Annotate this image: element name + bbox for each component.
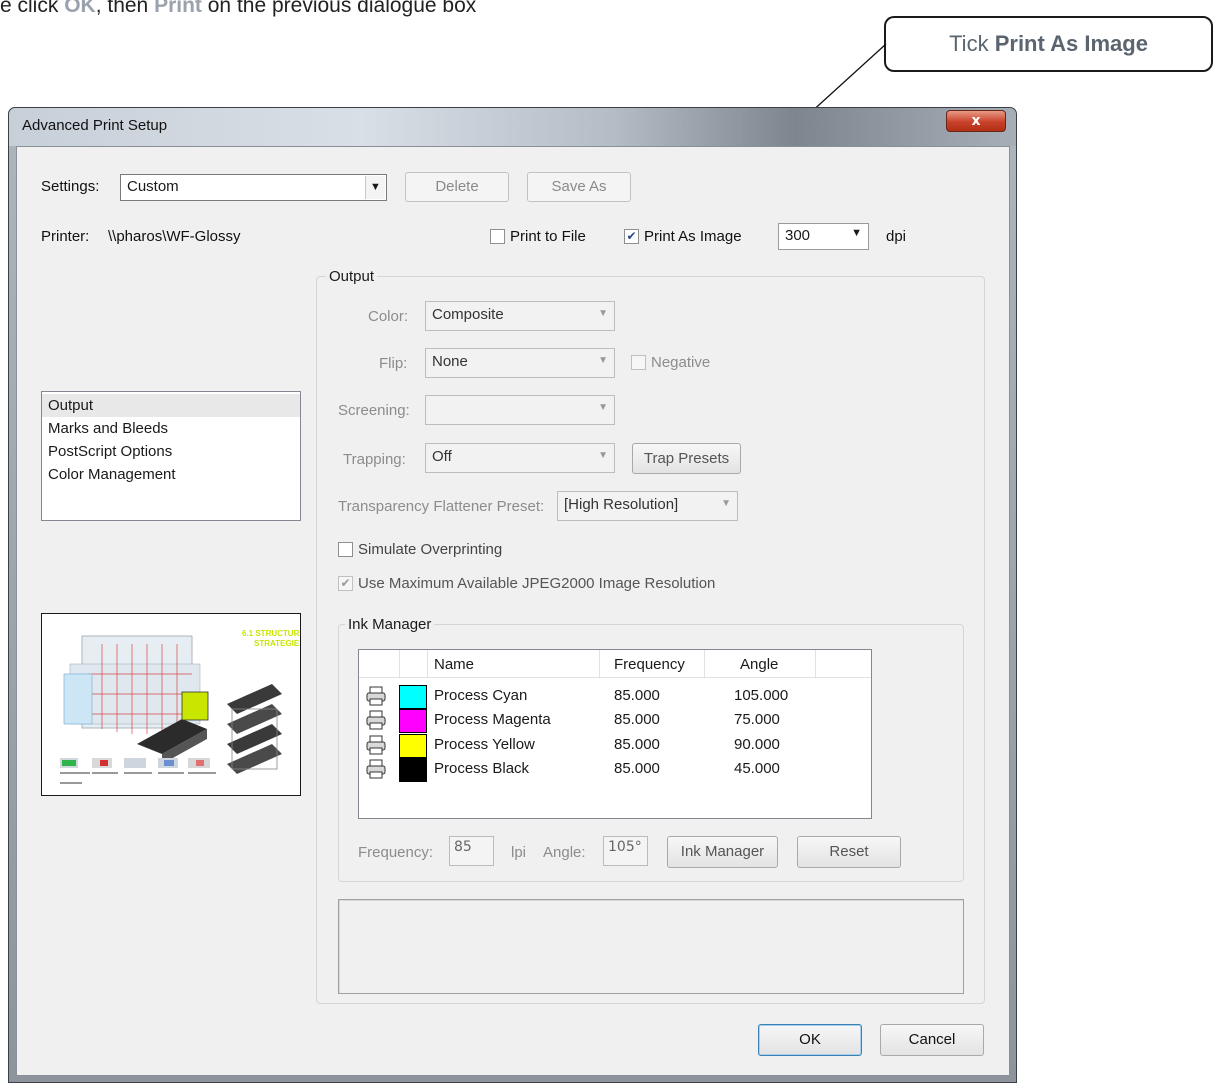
ink-swatch bbox=[399, 734, 427, 758]
ink-name: Process Yellow bbox=[434, 736, 535, 753]
nav-item-marks-and-bleeds[interactable]: Marks and Bleeds bbox=[42, 417, 300, 440]
ink-table: Name Frequency Angle Process Cyan 85.000… bbox=[358, 649, 872, 819]
preview-heading-line2: STRATEGIES bbox=[254, 639, 300, 648]
ink-frequency: 85.000 bbox=[614, 736, 660, 753]
preview-illustration: 6.1 STRUCTURAL STRATEGIES bbox=[60, 629, 310, 784]
ink-angle: 90.000 bbox=[734, 736, 780, 753]
ink-frequency: 85.000 bbox=[614, 687, 660, 704]
preview-heading-line1: 6.1 STRUCTURAL bbox=[242, 629, 300, 638]
trapping-combo[interactable]: Off ▼ bbox=[425, 443, 615, 473]
nav-item-color-management[interactable]: Color Management bbox=[42, 463, 300, 486]
ink-angle: 75.000 bbox=[734, 711, 780, 728]
chevron-down-icon: ▼ bbox=[598, 402, 608, 413]
table-row[interactable]: Process Cyan 85.000 105.000 bbox=[359, 684, 869, 709]
column-header-frequency[interactable]: Frequency bbox=[614, 656, 685, 673]
table-row[interactable]: Process Black 85.000 45.000 bbox=[359, 757, 869, 782]
delete-button[interactable]: Delete bbox=[405, 172, 509, 202]
chevron-down-icon: ▼ bbox=[365, 176, 385, 199]
nav-item-postscript-options[interactable]: PostScript Options bbox=[42, 440, 300, 463]
ink-manager-legend: Ink Manager bbox=[345, 616, 435, 633]
print-as-image-checkbox[interactable]: ✔ bbox=[624, 229, 639, 244]
ink-frequency: 85.000 bbox=[614, 711, 660, 728]
section-list: Output Marks and Bleeds PostScript Optio… bbox=[41, 391, 301, 521]
nav-item-output[interactable]: Output bbox=[42, 394, 300, 417]
flip-value: None bbox=[432, 353, 468, 370]
simulate-overprinting-checkbox[interactable] bbox=[338, 542, 353, 557]
ink-swatch bbox=[399, 709, 427, 733]
flattener-value: [High Resolution] bbox=[564, 496, 679, 513]
dpi-combo[interactable]: 300 ▼ bbox=[778, 223, 869, 250]
lpi-label: lpi bbox=[511, 844, 527, 861]
ok-button[interactable]: OK bbox=[758, 1024, 862, 1056]
ink-name: Process Black bbox=[434, 760, 530, 777]
simulate-overprinting-label: Simulate Overprinting bbox=[358, 541, 503, 558]
ink-table-header: Name Frequency Angle bbox=[359, 650, 871, 678]
printer-icon[interactable] bbox=[365, 709, 387, 731]
screening-combo[interactable]: ▼ bbox=[425, 395, 615, 425]
printer-label: Printer: bbox=[41, 228, 90, 245]
flattener-label: Transparency Flattener Preset: bbox=[338, 498, 545, 515]
ink-angle: 105.000 bbox=[734, 687, 789, 704]
save-as-button[interactable]: Save As bbox=[527, 172, 631, 202]
trapping-label: Trapping: bbox=[343, 451, 406, 468]
chevron-down-icon: ▼ bbox=[851, 227, 862, 239]
settings-value: Custom bbox=[127, 178, 179, 195]
ink-frequency: 85.000 bbox=[614, 760, 660, 777]
printer-icon[interactable] bbox=[365, 734, 387, 756]
output-legend: Output bbox=[326, 268, 378, 285]
printer-name: \\pharos\WF-Glossy bbox=[108, 228, 241, 245]
column-header-angle[interactable]: Angle bbox=[740, 656, 778, 673]
jpeg2000-checkbox[interactable]: ✔ bbox=[338, 576, 353, 591]
table-row[interactable]: Process Yellow 85.000 90.000 bbox=[359, 733, 869, 758]
ink-angle: 45.000 bbox=[734, 760, 780, 777]
screening-label: Screening: bbox=[338, 402, 410, 419]
ink-swatch bbox=[399, 685, 427, 709]
chevron-down-icon: ▼ bbox=[598, 308, 608, 319]
table-row[interactable]: Process Magenta 85.000 75.000 bbox=[359, 708, 869, 733]
reset-button[interactable]: Reset bbox=[797, 836, 901, 868]
print-as-image-label: Print As Image bbox=[644, 228, 742, 245]
jpeg2000-label: Use Maximum Available JPEG2000 Image Res… bbox=[358, 575, 716, 592]
negative-checkbox[interactable] bbox=[631, 355, 646, 370]
print-to-file-checkbox[interactable] bbox=[490, 229, 505, 244]
dpi-unit: dpi bbox=[886, 228, 907, 245]
ink-name: Process Cyan bbox=[434, 687, 528, 704]
angle-label: Angle: bbox=[543, 844, 586, 861]
column-header-name[interactable]: Name bbox=[434, 656, 474, 673]
color-combo[interactable]: Composite ▼ bbox=[425, 301, 615, 331]
angle-field[interactable]: 105° bbox=[603, 836, 648, 866]
printer-icon[interactable] bbox=[365, 685, 387, 707]
flip-label: Flip: bbox=[379, 355, 408, 372]
negative-label: Negative bbox=[651, 354, 711, 371]
frequency-label: Frequency: bbox=[358, 844, 434, 861]
cancel-button[interactable]: Cancel bbox=[880, 1024, 984, 1056]
color-value: Composite bbox=[432, 306, 504, 323]
ink-name: Process Magenta bbox=[434, 711, 551, 728]
printer-icon[interactable] bbox=[365, 758, 387, 780]
description-area bbox=[338, 899, 964, 994]
checkmark-icon: ✔ bbox=[340, 576, 351, 590]
page-preview: 6.1 STRUCTURAL STRATEGIES bbox=[41, 613, 310, 796]
chevron-down-icon: ▼ bbox=[598, 450, 608, 461]
print-to-file-label: Print to File bbox=[510, 228, 586, 245]
checkmark-icon: ✔ bbox=[626, 229, 637, 243]
frequency-field[interactable]: 85 bbox=[449, 836, 494, 866]
color-label: Color: bbox=[368, 308, 409, 325]
ink-swatch bbox=[399, 758, 427, 782]
chevron-down-icon: ▼ bbox=[598, 355, 608, 366]
flattener-combo[interactable]: [High Resolution] ▼ bbox=[557, 491, 738, 521]
close-icon: x bbox=[971, 113, 981, 129]
settings-combo[interactable]: Custom ▼ bbox=[120, 174, 387, 201]
close-button[interactable]: x bbox=[946, 110, 1006, 132]
ink-manager-button[interactable]: Ink Manager bbox=[667, 836, 778, 868]
trap-presets-button[interactable]: Trap Presets bbox=[632, 443, 741, 474]
settings-label: Settings: bbox=[41, 178, 100, 195]
flip-combo[interactable]: None ▼ bbox=[425, 348, 615, 378]
window-title: Advanced Print Setup bbox=[22, 117, 168, 134]
dpi-value: 300 bbox=[785, 227, 811, 244]
chevron-down-icon: ▼ bbox=[721, 498, 731, 509]
trapping-value: Off bbox=[432, 448, 452, 465]
